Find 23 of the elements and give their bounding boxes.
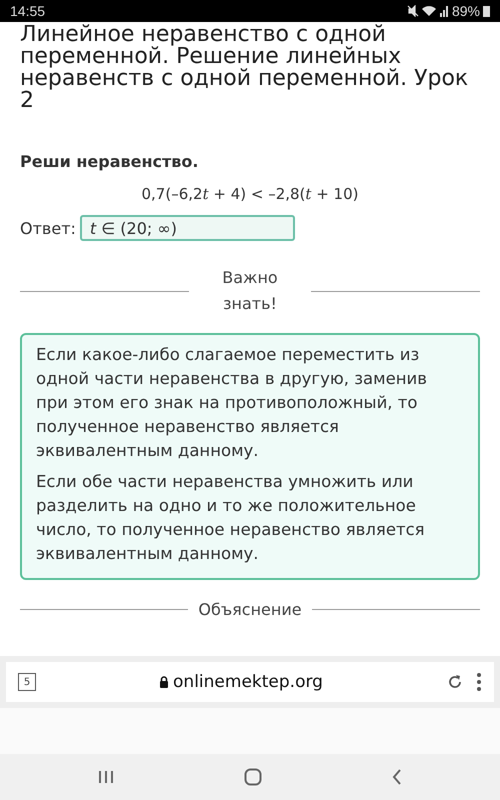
back-icon[interactable] <box>392 769 402 785</box>
wifi-icon <box>422 5 436 17</box>
info-paragraph: Если обе части неравенства умножить или разделить на одно и то же положительное число, то полученное неравенство является эквивалентным данному. <box>36 471 426 565</box>
equation: 0,7(–6,2t + 4) < –2,8(t + 10) <box>142 185 358 203</box>
section-heading: Важно знать! <box>221 267 279 315</box>
reload-icon[interactable] <box>446 673 464 691</box>
signal-icon <box>438 5 449 17</box>
clock-time: 14:55 <box>10 3 46 19</box>
lesson-title: Линейное неравенство с одной переменной. Решение линейных неравенств с одной переменной. Урок 2 <box>20 23 470 112</box>
mute-icon <box>406 5 419 17</box>
tab-count-button[interactable]: 5 <box>18 673 36 691</box>
recent-apps-icon[interactable] <box>98 770 114 784</box>
menu-icon[interactable] <box>476 672 482 692</box>
answer-field[interactable]: t ∈ (20; ∞) <box>80 215 295 241</box>
section-heading: Объяснение <box>198 600 302 619</box>
battery-level: 89% <box>452 3 480 19</box>
lock-icon <box>159 676 170 688</box>
battery-icon <box>483 5 490 17</box>
info-paragraph: Если какое-либо слагаемое переместить из одной части неравенства в другую, заменив при этом его знак на противоположный, то полученное неравенство является эквивалентным данному. <box>36 344 428 462</box>
answer-label: Ответ: <box>20 218 76 238</box>
url-text[interactable]: onlinemektep.org <box>173 672 323 692</box>
home-icon[interactable] <box>244 768 262 786</box>
task-prompt: Реши неравенство. <box>20 152 200 171</box>
